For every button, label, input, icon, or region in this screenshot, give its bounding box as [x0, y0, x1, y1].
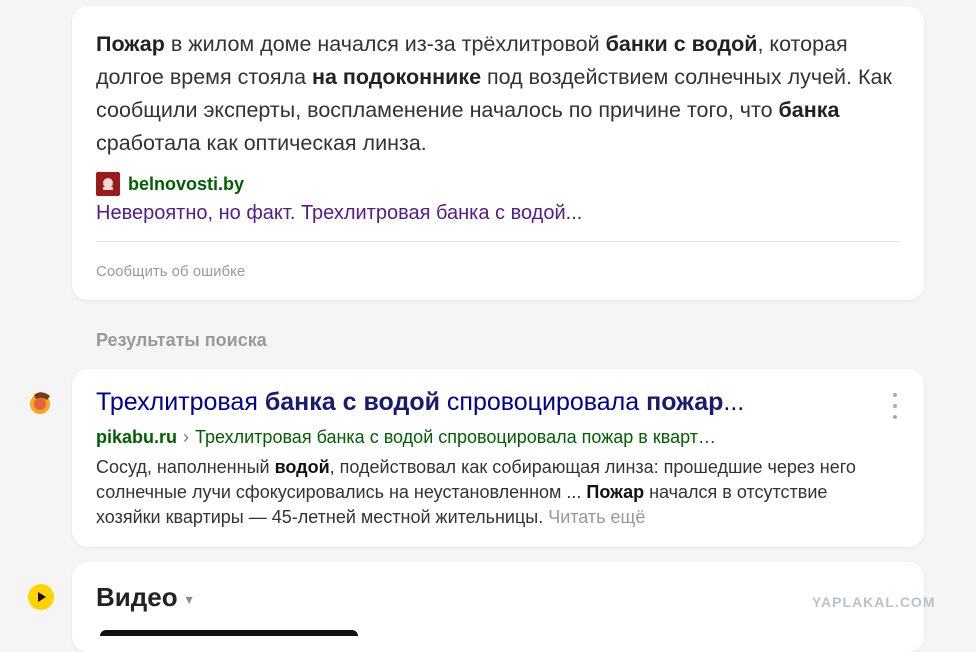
highlighted-term: Пожар	[586, 482, 645, 502]
pikabu-icon	[28, 390, 54, 416]
result-domain[interactable]: pikabu.ru	[96, 427, 177, 447]
watermark: YAPLAKAL.COM	[812, 594, 936, 610]
highlighted-term: банка	[778, 98, 840, 122]
video-thumbnail[interactable]	[100, 630, 358, 636]
search-results-heading: Результаты поиска	[96, 330, 267, 350]
chevron-down-icon[interactable]: ▾	[186, 591, 193, 608]
text-segment[interactable]: спровоцировала	[440, 388, 646, 416]
featured-snippet-card: Пожар в жилом доме начался из-за трёхлит…	[72, 6, 924, 300]
snippet-divider	[96, 241, 900, 242]
result-snippet-text: Сосуд, наполненный водой, подействовал к…	[96, 457, 856, 527]
highlighted-term: водой	[274, 457, 330, 477]
highlighted-term[interactable]: пожар	[646, 388, 723, 416]
video-section-title[interactable]: Видео ▾	[96, 582, 193, 613]
highlighted-term[interactable]: банка с водой	[265, 388, 440, 416]
belnovosti-favicon-icon	[96, 172, 120, 196]
text-segment: в жилом доме начался из-за трёхлитровой	[164, 32, 606, 56]
result-path[interactable]: Трехлитровая банка с водой спровоцировал…	[195, 427, 716, 447]
play-icon	[28, 584, 54, 610]
snippet-source-link[interactable]: Невероятно, но факт. Трехлитровая банка …	[96, 202, 582, 225]
highlighted-term: банки с водой	[605, 32, 758, 56]
highlighted-term: Пожар	[96, 32, 165, 56]
breadcrumb-separator: ›	[183, 427, 190, 447]
report-error-link[interactable]: Сообщить об ошибке	[96, 263, 245, 280]
read-more-link[interactable]: Читать ещё	[548, 507, 645, 527]
highlighted-term: на подоконнике	[312, 65, 482, 89]
video-section-card: Видео ▾	[72, 562, 924, 652]
text-segment: Сосуд, наполненный	[96, 457, 275, 477]
text-segment[interactable]: Трехлитровая	[96, 388, 265, 416]
video-title-text: Видео	[96, 582, 178, 612]
snippet-source-name[interactable]: belnovosti.by	[128, 174, 244, 195]
search-result-card: Трехлитровая банка с водой спровоцировал…	[72, 369, 924, 547]
more-vertical-icon[interactable]	[886, 393, 904, 419]
result-url[interactable]: pikabu.ru › Трехлитровая банка с водой спр…	[96, 427, 716, 448]
snippet-source[interactable]: belnovosti.by	[96, 172, 244, 196]
text-segment: сработала как оптическая линза.	[96, 131, 427, 155]
result-snippet: Сосуд, наполненный водой, подействовал к…	[96, 455, 896, 530]
result-title-link[interactable]: Трехлитровая банка с водой спровоцировал…	[96, 388, 744, 417]
snippet-text: Пожар в жилом доме начался из-за трёхлит…	[96, 28, 916, 160]
text-segment[interactable]: ...	[723, 388, 744, 416]
